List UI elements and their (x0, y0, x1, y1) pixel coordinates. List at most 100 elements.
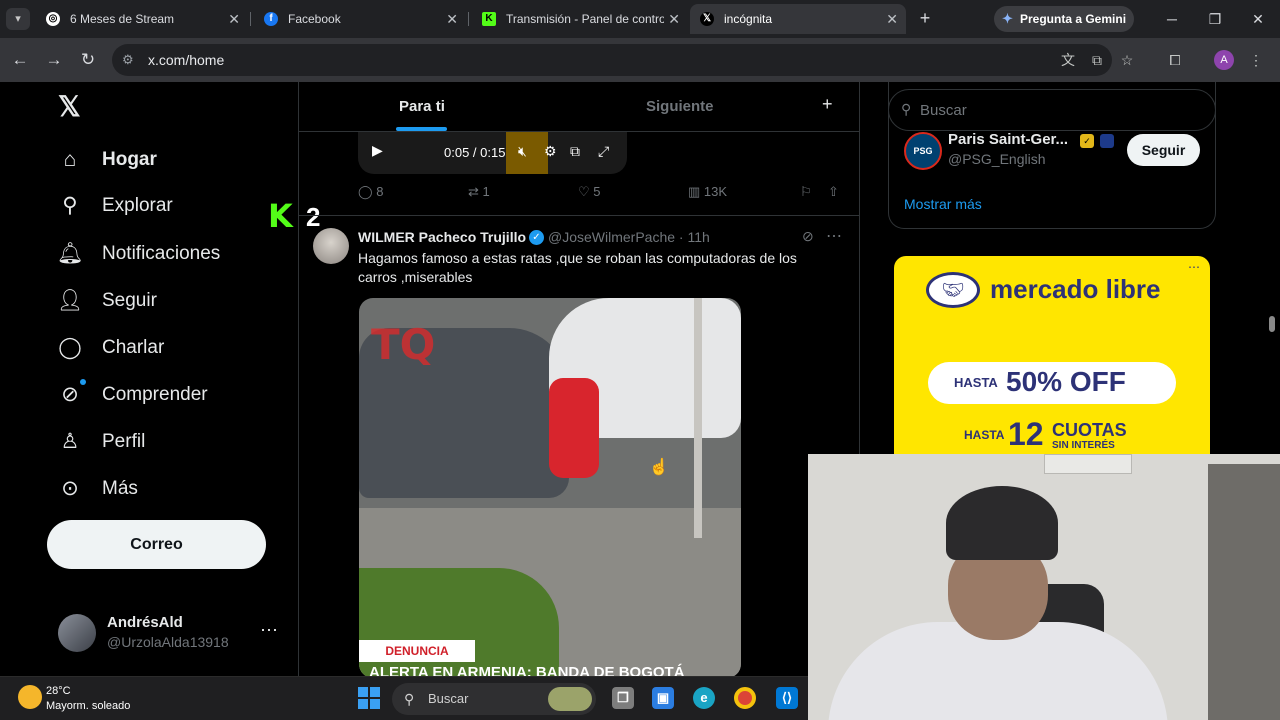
nav-notifications[interactable]: 🔔︎ Notificaciones (56, 234, 276, 274)
tab-search-button[interactable]: ▾ (6, 8, 30, 30)
new-tab-button[interactable]: + (914, 8, 936, 30)
more-icon[interactable]: ⋯ (260, 620, 278, 641)
bell-icon: 🔔︎ (56, 242, 84, 265)
chrome-icon[interactable] (734, 687, 756, 709)
nav-profile[interactable]: ♙ Perfil (56, 422, 276, 462)
scrollbar-thumb[interactable] (1269, 316, 1275, 332)
pip-icon[interactable]: ⧉ (570, 143, 580, 160)
video-frame-highlight (506, 132, 548, 174)
tweet-media[interactable]: TQ DENUNCIA ALERTA EN ARMENIA: BANDA DE … (359, 298, 741, 678)
account-switcher[interactable]: AndrésAld @UrzolaAlda13918 ⋯ (56, 612, 286, 656)
settings-icon[interactable]: ⚙ (544, 143, 557, 160)
like-button[interactable]: ♡ 5 (578, 184, 601, 200)
bookmark-star-icon[interactable]: ☆ (1117, 49, 1137, 71)
x-logo-icon[interactable]: 𝕏 (58, 92, 86, 122)
play-icon[interactable]: ▶ (372, 142, 383, 159)
tweet-author-name[interactable]: WILMER Pacheco Trujillo (358, 229, 526, 245)
active-tab-indicator (396, 127, 447, 131)
store-icon[interactable]: ▣ (652, 687, 674, 709)
tab-label: incógnita (724, 12, 773, 26)
gemini-icon: ✦ (1002, 11, 1013, 26)
psg-avatar[interactable]: PSG (904, 132, 942, 170)
ad-brand: mercado libre (990, 274, 1161, 304)
handshake-icon: 🤝︎ (926, 272, 980, 308)
webcam-scene (946, 486, 1058, 560)
ad-offer: HASTA 50% OFF (928, 362, 1176, 404)
share-icon[interactable]: ⇧ (828, 184, 839, 200)
tab-facebook[interactable]: f Facebook ✕ (254, 4, 466, 34)
nav-more[interactable]: ⊙ Más (56, 469, 276, 509)
search-icon: ⚲ (62, 194, 78, 217)
restore-icon[interactable]: ❐ (1203, 8, 1227, 30)
tab-kick[interactable]: K Transmisión - Panel de control ✕ (472, 4, 688, 34)
install-app-icon[interactable]: ⧉ (1087, 49, 1107, 71)
nav-label: Más (102, 478, 138, 499)
tweet-author-handle[interactable]: @JoseWilmerPache · 11h (548, 229, 710, 245)
minimize-icon[interactable]: ─ (1160, 8, 1184, 30)
close-window-icon[interactable]: ✕ (1246, 8, 1270, 30)
nav-label: Perfil (102, 431, 146, 452)
close-icon[interactable]: ✕ (886, 4, 898, 34)
suggestion-handle[interactable]: @PSG_English (948, 151, 1045, 167)
add-feed-icon[interactable]: + (822, 94, 833, 115)
mute-icon[interactable]: 🔇︎ (518, 143, 527, 160)
search-input[interactable]: ⚲ Buscar (888, 89, 1216, 131)
browser-tab-bar: ▾ ◎ 6 Meses de Stream ✕ f Facebook ✕ K T… (0, 0, 1280, 38)
url-input[interactable]: ⚙ x.com/home (112, 44, 1112, 76)
windows-start-icon[interactable] (358, 687, 380, 709)
translate-icon[interactable]: 文 (1058, 49, 1078, 71)
more-icon[interactable]: ⋯ (1188, 260, 1200, 274)
views-button[interactable]: ▥ 13K (688, 184, 727, 200)
nav-explore[interactable]: ⚲ Explorar (56, 186, 276, 226)
feed-tabs: Para ti Siguiente + (299, 82, 859, 132)
site-settings-icon[interactable]: ⚙ (122, 44, 134, 76)
weather-temp[interactable]: 28°C (46, 685, 71, 697)
close-icon[interactable]: ✕ (664, 4, 680, 34)
avatar (58, 614, 96, 652)
tab-for-you[interactable]: Para ti (399, 98, 445, 115)
extensions-icon[interactable]: ⧠ (1165, 49, 1185, 71)
show-more-link[interactable]: Mostrar más (904, 196, 982, 212)
tab-following[interactable]: Siguiente (646, 98, 714, 115)
nav-grok[interactable]: ⊘ Comprender (56, 375, 276, 415)
weather-desc[interactable]: Mayorm. soleado (46, 700, 130, 712)
reload-icon[interactable]: ↻ (76, 48, 100, 72)
reply-button[interactable]: ◯ 8 (358, 184, 383, 200)
close-icon[interactable]: ✕ (228, 4, 240, 34)
fullscreen-icon[interactable]: ⤢ (598, 143, 609, 160)
taskbar: 28°C Mayorm. soleado ⚲ Buscar ❐ ▣ e ⟨⟩ (0, 676, 808, 720)
grok-icon[interactable]: ⊘ (802, 228, 814, 245)
nav-home[interactable]: ⌂ Hogar (56, 140, 276, 180)
nav-label: Comprender (102, 384, 208, 405)
profile-avatar[interactable]: A (1214, 50, 1234, 70)
gemini-button[interactable]: ✦ Pregunta a Gemini (994, 6, 1134, 32)
forward-icon[interactable]: → (42, 48, 66, 72)
more-icon[interactable]: ⋯ (826, 226, 842, 246)
ad-banner[interactable]: ⋯ 🤝︎ mercado libre HASTA 50% OFF HASTA 1… (894, 256, 1210, 454)
follow-button[interactable]: Seguir (1127, 134, 1200, 166)
post-button[interactable]: Correo (47, 520, 266, 569)
bookmark-icon[interactable]: ⚐ (800, 184, 812, 200)
tab-x[interactable]: 𝕏 incógnita ✕ (690, 4, 906, 34)
repost-button[interactable]: ⇄ 1 (468, 184, 490, 200)
suggestion-name[interactable]: Paris Saint-Ger... (948, 131, 1068, 148)
nav-follow[interactable]: 👤︎ Seguir (56, 281, 276, 321)
search-placeholder: Buscar (920, 102, 967, 119)
nav-messages[interactable]: ◯ Charlar (56, 328, 276, 368)
follow-icon: 👤︎ (56, 289, 84, 312)
weather-sun-icon[interactable] (18, 685, 42, 709)
close-icon[interactable]: ✕ (446, 4, 458, 34)
kick-icon: K (482, 12, 496, 26)
webcam-scene (1208, 464, 1280, 720)
back-icon[interactable]: ← (8, 48, 32, 72)
edge-icon[interactable]: e (693, 687, 715, 709)
menu-icon[interactable]: ⋮ (1246, 49, 1266, 71)
avatar[interactable] (313, 228, 349, 264)
tab-stream[interactable]: ◎ 6 Meses de Stream ✕ (36, 4, 248, 34)
webcam-overlay (808, 454, 1280, 720)
taskbar-search[interactable]: ⚲ Buscar (392, 683, 596, 715)
nav-label: Notificaciones (102, 243, 221, 264)
gemini-label: Pregunta a Gemini (1020, 12, 1127, 26)
task-view-icon[interactable]: ❐ (612, 687, 634, 709)
vscode-icon[interactable]: ⟨⟩ (776, 687, 798, 709)
